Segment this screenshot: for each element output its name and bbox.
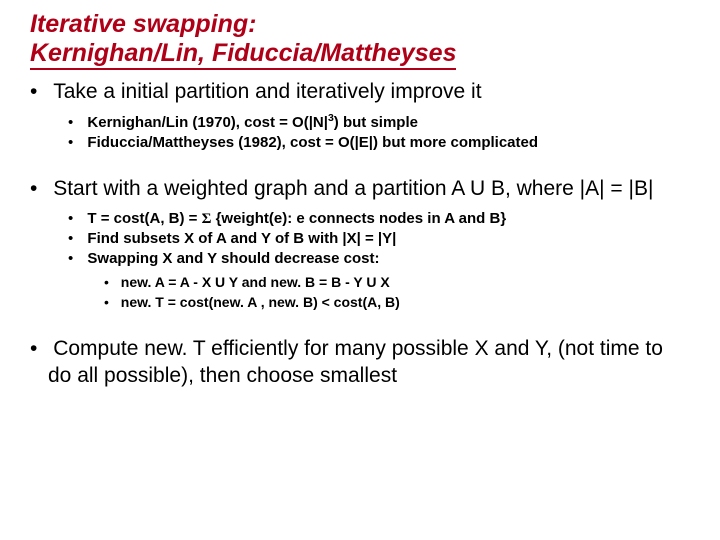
bullet-2-text: Start with a weighted graph and a partit… (53, 177, 653, 200)
bullet-1b: Fiduccia/Mattheyses (1982), cost = O(|E|… (86, 133, 690, 153)
b1a-pre: Kernighan/Lin (1970), cost = O(|N| (87, 114, 328, 131)
bullet-3: Compute new. T efficiently for many poss… (48, 335, 690, 390)
title-line-2: Kernighan/Lin, Fiduccia/Mattheyses (30, 39, 456, 67)
b2a-post: {weight(e): e connects nodes in A and B} (211, 210, 506, 227)
bullet-2c2: new. T = cost(new. A , new. B) < cost(A,… (120, 293, 690, 313)
bullet-1-text: Take a initial partition and iteratively… (53, 80, 481, 103)
bullet-2c: Swapping X and Y should decrease cost: n… (86, 249, 690, 312)
bullet-1a: Kernighan/Lin (1970), cost = O(|N|3) but… (86, 111, 690, 133)
b2a-pre: T = cost(A, B) = (87, 210, 201, 227)
bullet-2c-text: Swapping X and Y should decrease cost: (87, 250, 379, 267)
slide-title: Iterative swapping: Kernighan/Lin, Fiduc… (30, 10, 456, 70)
bullet-2c1: new. A = A - X U Y and new. B = B - Y U … (120, 273, 690, 293)
title-line-1: Iterative swapping: (30, 10, 256, 38)
b1a-post: ) but simple (334, 114, 418, 131)
bullet-2c-sublist: new. A = A - X U Y and new. B = B - Y U … (120, 273, 690, 312)
bullet-2-sublist: T = cost(A, B) = Σ {weight(e): e connect… (86, 209, 690, 313)
bullet-2a: T = cost(A, B) = Σ {weight(e): e connect… (86, 209, 690, 229)
bullet-list-level1: Take a initial partition and iteratively… (48, 78, 690, 390)
bullet-1-sublist: Kernighan/Lin (1970), cost = O(|N|3) but… (86, 111, 690, 154)
sigma-icon: Σ (202, 211, 212, 227)
bullet-2: Start with a weighted graph and a partit… (48, 175, 690, 312)
bullet-1: Take a initial partition and iteratively… (48, 78, 690, 154)
bullet-2b: Find subsets X of A and Y of B with |X| … (86, 229, 690, 249)
